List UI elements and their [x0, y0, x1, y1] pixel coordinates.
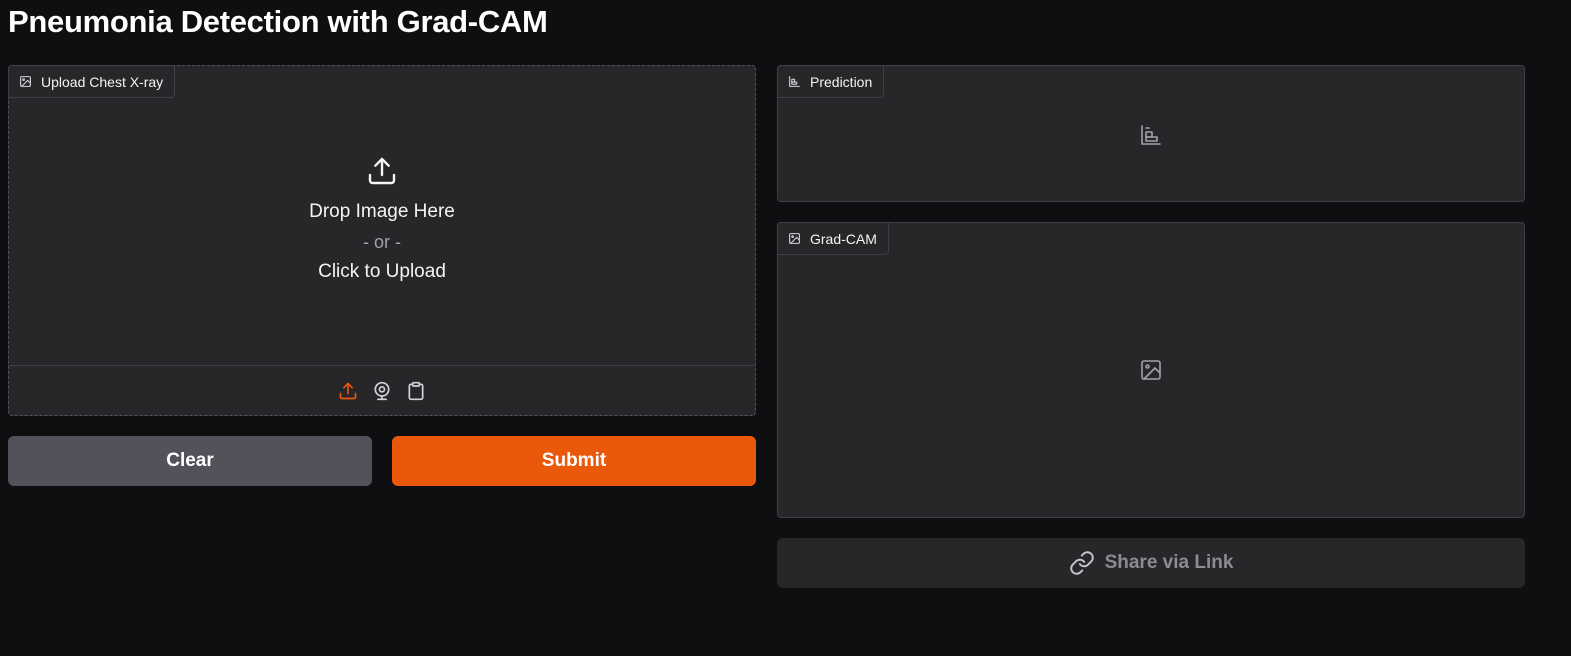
prediction-panel: Prediction: [777, 65, 1525, 202]
image-icon: [20, 76, 31, 87]
webcam-icon: [374, 381, 390, 400]
upload-icon: [339, 382, 357, 399]
gradcam-panel-label-text: Grad-CAM: [810, 230, 877, 247]
bar-chart-icon: [789, 76, 800, 87]
clipboard-icon: [408, 381, 424, 400]
upload-panel[interactable]: Drop Image Here - or - Click to Upload U…: [8, 65, 756, 416]
link-icon: [1069, 551, 1094, 575]
bar-chart-icon: [1141, 124, 1161, 145]
clear-button[interactable]: Clear: [8, 436, 372, 486]
image-placeholder-icon: [1141, 360, 1161, 380]
clipboard-source-button[interactable]: [405, 380, 427, 402]
gradcam-panel-label: Grad-CAM: [777, 222, 889, 255]
drop-image-text: Drop Image Here: [309, 201, 455, 222]
upload-source-button[interactable]: [337, 380, 359, 402]
share-via-link-label: Share via Link: [1104, 552, 1234, 573]
page-title: Pneumonia Detection with Grad-CAM: [8, 4, 548, 39]
source-selector: [9, 365, 755, 415]
upload-icon: [368, 157, 396, 185]
click-to-upload-text: Click to Upload: [318, 261, 446, 282]
upload-dropzone[interactable]: Drop Image Here - or - Click to Upload: [9, 66, 755, 366]
webcam-source-button[interactable]: [371, 380, 393, 402]
upload-panel-label: Upload Chest X-ray: [8, 65, 176, 98]
share-via-link-button[interactable]: Share via Link: [777, 538, 1525, 588]
prediction-panel-label: Prediction: [777, 65, 885, 98]
prediction-panel-label-text: Prediction: [810, 73, 873, 90]
image-icon: [789, 233, 800, 244]
or-text: - or -: [363, 232, 401, 252]
gradcam-panel: Grad-CAM: [777, 222, 1525, 518]
upload-panel-label-text: Upload Chest X-ray: [41, 73, 164, 90]
submit-button[interactable]: Submit: [392, 436, 756, 486]
